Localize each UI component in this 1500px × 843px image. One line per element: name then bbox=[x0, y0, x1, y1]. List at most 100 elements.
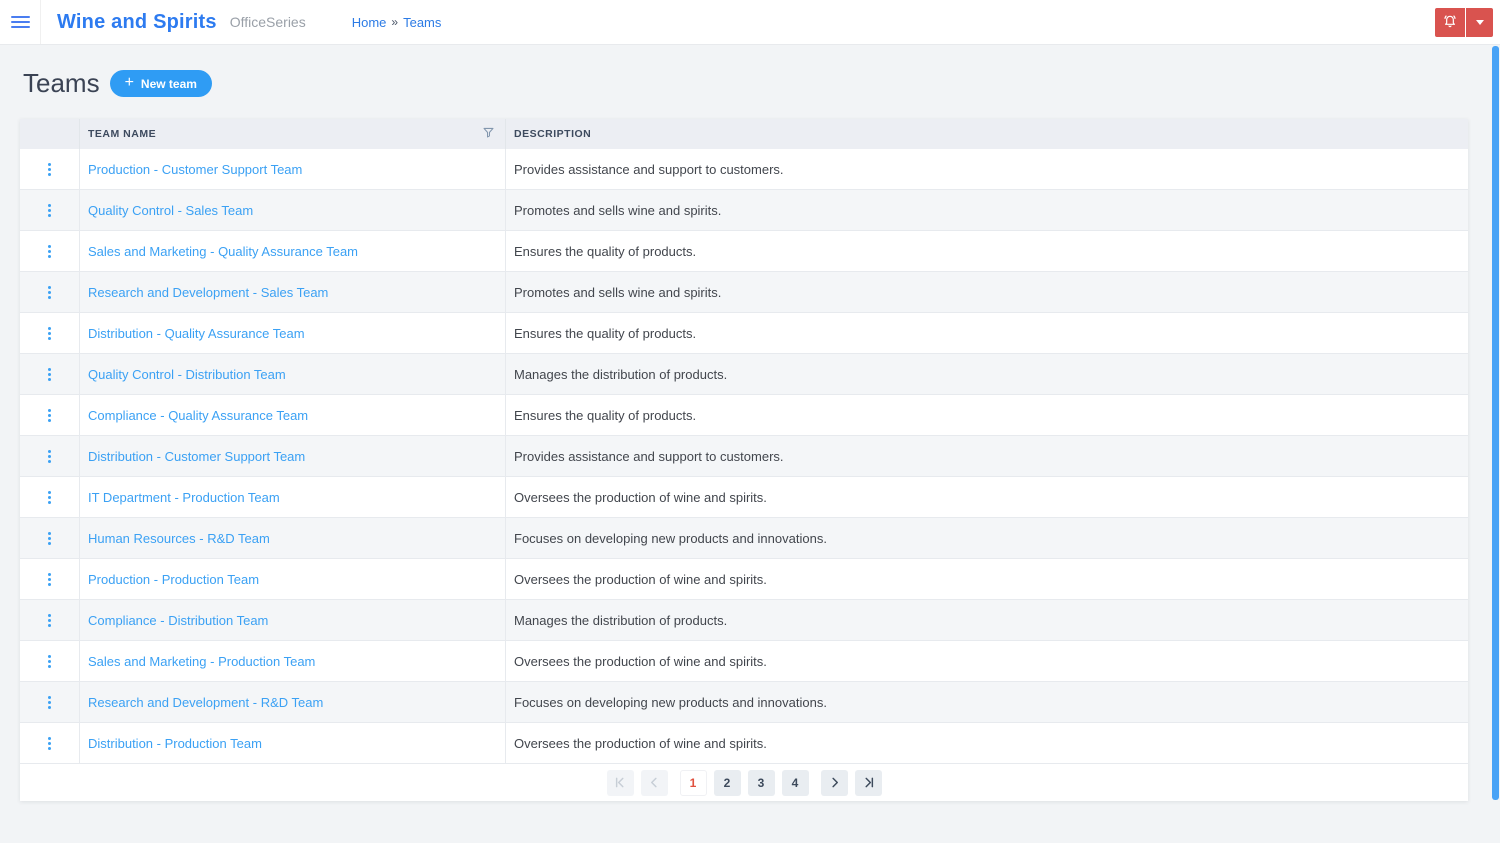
hamburger-menu-icon[interactable] bbox=[0, 0, 41, 44]
page-button-4[interactable]: 4 bbox=[781, 769, 809, 796]
team-name-link[interactable]: Quality Control - Distribution Team bbox=[88, 367, 286, 382]
filter-funnel-icon bbox=[482, 126, 495, 142]
breadcrumb-home-link[interactable]: Home bbox=[352, 15, 387, 30]
kebab-menu-icon[interactable] bbox=[44, 200, 55, 221]
table-row: IT Department - Production Team Oversees… bbox=[20, 477, 1468, 518]
next-page-button[interactable] bbox=[820, 769, 848, 796]
team-name-cell: Research and Development - Sales Team bbox=[80, 272, 506, 312]
account-dropdown-button[interactable] bbox=[1466, 7, 1493, 37]
team-description-cell: Manages the distribution of products. bbox=[506, 600, 1468, 640]
breadcrumb: Home » Teams bbox=[352, 15, 442, 30]
page-button-1[interactable]: 1 bbox=[679, 769, 707, 796]
team-description-text: Ensures the quality of products. bbox=[514, 407, 697, 423]
table-row: Production - Customer Support Team Provi… bbox=[20, 149, 1468, 190]
kebab-menu-icon[interactable] bbox=[44, 651, 55, 672]
row-actions-cell bbox=[20, 641, 80, 681]
description-column-label: DESCRIPTION bbox=[514, 128, 592, 140]
app-title: Wine and Spirits bbox=[57, 10, 217, 33]
actions-column-header bbox=[20, 119, 80, 149]
table-row: Compliance - Distribution Team Manages t… bbox=[20, 600, 1468, 641]
row-actions-cell bbox=[20, 518, 80, 558]
kebab-menu-icon[interactable] bbox=[44, 282, 55, 303]
team-description-cell: Manages the distribution of products. bbox=[506, 354, 1468, 394]
team-description-cell: Provides assistance and support to custo… bbox=[506, 436, 1468, 476]
notifications-button[interactable] bbox=[1435, 7, 1465, 37]
app-subtitle: OfficeSeries bbox=[229, 14, 306, 30]
team-name-cell: Distribution - Quality Assurance Team bbox=[80, 313, 506, 353]
team-name-link[interactable]: Distribution - Production Team bbox=[88, 736, 262, 751]
team-name-link[interactable]: Research and Development - Sales Team bbox=[88, 285, 328, 300]
previous-page-button[interactable] bbox=[640, 769, 668, 796]
last-page-button[interactable] bbox=[854, 769, 882, 796]
table-row: Research and Development - R&D Team Focu… bbox=[20, 682, 1468, 723]
row-actions-cell bbox=[20, 149, 80, 189]
team-description-text: Focuses on developing new products and i… bbox=[514, 530, 827, 546]
team-name-cell: Compliance - Quality Assurance Team bbox=[80, 395, 506, 435]
scrollbar-thumb[interactable] bbox=[1492, 46, 1499, 800]
team-name-link[interactable]: IT Department - Production Team bbox=[88, 490, 280, 505]
team-name-link[interactable]: Production - Customer Support Team bbox=[88, 162, 302, 177]
team-name-link[interactable]: Sales and Marketing - Quality Assurance … bbox=[88, 244, 358, 259]
new-team-button[interactable]: + New team bbox=[109, 70, 212, 97]
row-actions-cell bbox=[20, 313, 80, 353]
breadcrumb-current-link[interactable]: Teams bbox=[403, 15, 441, 30]
plus-icon: + bbox=[124, 74, 134, 91]
team-name-link[interactable]: Compliance - Distribution Team bbox=[88, 613, 268, 628]
team-name-cell: Distribution - Production Team bbox=[80, 723, 506, 763]
caret-down-icon bbox=[1475, 19, 1484, 25]
kebab-menu-icon[interactable] bbox=[44, 405, 55, 426]
kebab-menu-icon[interactable] bbox=[44, 364, 55, 385]
team-description-text: Ensures the quality of products. bbox=[514, 243, 697, 259]
team-name-column-header: TEAM NAME bbox=[80, 119, 506, 149]
topbar-actions bbox=[1435, 7, 1493, 37]
kebab-menu-icon[interactable] bbox=[44, 487, 55, 508]
first-page-icon bbox=[615, 777, 626, 788]
first-page-button[interactable] bbox=[606, 769, 634, 796]
kebab-menu-icon[interactable] bbox=[44, 692, 55, 713]
team-name-link[interactable]: Sales and Marketing - Production Team bbox=[88, 654, 315, 669]
kebab-menu-icon[interactable] bbox=[44, 159, 55, 180]
team-name-cell: Quality Control - Distribution Team bbox=[80, 354, 506, 394]
team-name-link[interactable]: Distribution - Customer Support Team bbox=[88, 449, 305, 464]
breadcrumb-separator: » bbox=[391, 15, 399, 29]
filter-button[interactable] bbox=[482, 126, 495, 142]
row-actions-cell bbox=[20, 436, 80, 476]
kebab-menu-icon[interactable] bbox=[44, 446, 55, 467]
team-name-link[interactable]: Production - Production Team bbox=[88, 572, 259, 587]
team-description-text: Manages the distribution of products. bbox=[514, 366, 728, 382]
kebab-menu-icon[interactable] bbox=[44, 323, 55, 344]
row-actions-cell bbox=[20, 723, 80, 763]
row-actions-cell bbox=[20, 354, 80, 394]
team-description-cell: Ensures the quality of products. bbox=[506, 313, 1468, 353]
page-button-2[interactable]: 2 bbox=[713, 769, 741, 796]
table-row: Sales and Marketing - Production Team Ov… bbox=[20, 641, 1468, 682]
kebab-menu-icon[interactable] bbox=[44, 241, 55, 262]
table-row: Quality Control - Distribution Team Mana… bbox=[20, 354, 1468, 395]
kebab-menu-icon[interactable] bbox=[44, 733, 55, 754]
row-actions-cell bbox=[20, 395, 80, 435]
page-button-3[interactable]: 3 bbox=[747, 769, 775, 796]
team-name-link[interactable]: Compliance - Quality Assurance Team bbox=[88, 408, 308, 423]
row-actions-cell bbox=[20, 600, 80, 640]
team-description-cell: Promotes and sells wine and spirits. bbox=[506, 272, 1468, 312]
team-name-cell: IT Department - Production Team bbox=[80, 477, 506, 517]
team-description-cell: Oversees the production of wine and spir… bbox=[506, 723, 1468, 763]
team-name-link[interactable]: Research and Development - R&D Team bbox=[88, 695, 323, 710]
team-name-link[interactable]: Distribution - Quality Assurance Team bbox=[88, 326, 305, 341]
kebab-menu-icon[interactable] bbox=[44, 569, 55, 590]
description-column-header: DESCRIPTION bbox=[506, 119, 1468, 149]
kebab-menu-icon[interactable] bbox=[44, 610, 55, 631]
table-row: Distribution - Quality Assurance Team En… bbox=[20, 313, 1468, 354]
page-number-buttons: 1234 bbox=[679, 769, 809, 796]
previous-page-icon bbox=[649, 777, 660, 788]
new-team-button-label: New team bbox=[140, 76, 197, 91]
table-row: Quality Control - Sales Team Promotes an… bbox=[20, 190, 1468, 231]
team-description-text: Oversees the production of wine and spir… bbox=[514, 735, 767, 751]
team-name-link[interactable]: Quality Control - Sales Team bbox=[88, 203, 253, 218]
team-name-cell: Production - Production Team bbox=[80, 559, 506, 599]
kebab-menu-icon[interactable] bbox=[44, 528, 55, 549]
team-name-cell: Sales and Marketing - Production Team bbox=[80, 641, 506, 681]
team-name-link[interactable]: Human Resources - R&D Team bbox=[88, 531, 270, 546]
bell-icon bbox=[1442, 13, 1458, 32]
team-name-cell: Compliance - Distribution Team bbox=[80, 600, 506, 640]
